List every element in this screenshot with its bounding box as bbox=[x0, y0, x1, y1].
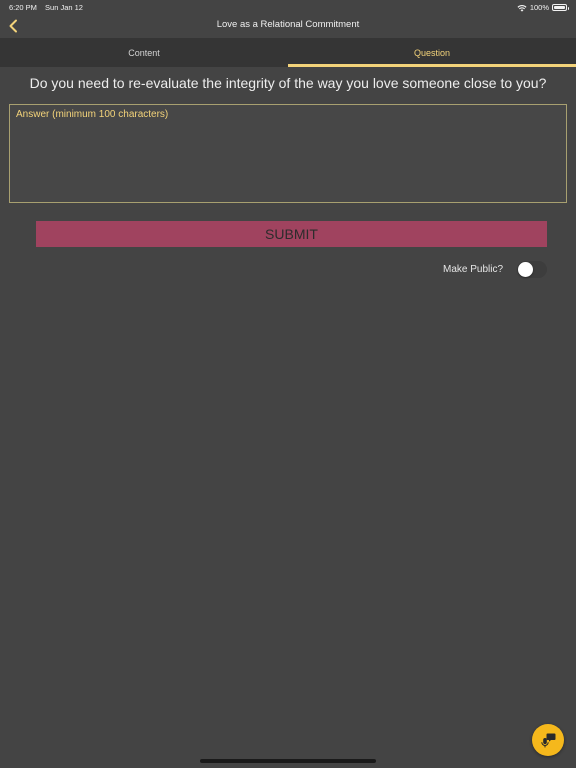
battery-percent: 100% bbox=[529, 3, 549, 12]
battery-icon bbox=[552, 4, 569, 11]
tab-bar: Content Question bbox=[0, 38, 576, 67]
wifi-icon bbox=[517, 4, 527, 12]
status-time: 6:20 PM bbox=[9, 3, 37, 12]
status-date: Sun Jan 12 bbox=[45, 3, 83, 12]
status-left: 6:20 PM Sun Jan 12 bbox=[9, 3, 83, 12]
make-public-label: Make Public? bbox=[443, 264, 504, 275]
microphone-chat-icon bbox=[541, 733, 556, 748]
status-bar: 6:20 PM Sun Jan 12 100% bbox=[0, 0, 576, 14]
tab-content[interactable]: Content bbox=[0, 38, 288, 67]
home-indicator bbox=[200, 759, 376, 763]
tab-question[interactable]: Question bbox=[288, 38, 576, 67]
answer-input[interactable] bbox=[10, 105, 566, 202]
status-right: 100% bbox=[517, 3, 569, 12]
battery-fill bbox=[554, 6, 565, 9]
make-public-toggle[interactable] bbox=[517, 261, 547, 278]
answer-box bbox=[9, 104, 567, 203]
question-text: Do you need to re-evaluate the integrity… bbox=[29, 75, 547, 91]
microphone-chat-button[interactable] bbox=[532, 724, 564, 756]
submit-button[interactable]: SUBMIT bbox=[36, 221, 547, 247]
navigation-bar: Love as a Relational Commitment bbox=[0, 14, 576, 38]
app-screen: 6:20 PM Sun Jan 12 100% Love as a Relati… bbox=[0, 0, 576, 768]
page-title: Love as a Relational Commitment bbox=[216, 19, 360, 30]
toggle-knob bbox=[518, 262, 533, 277]
